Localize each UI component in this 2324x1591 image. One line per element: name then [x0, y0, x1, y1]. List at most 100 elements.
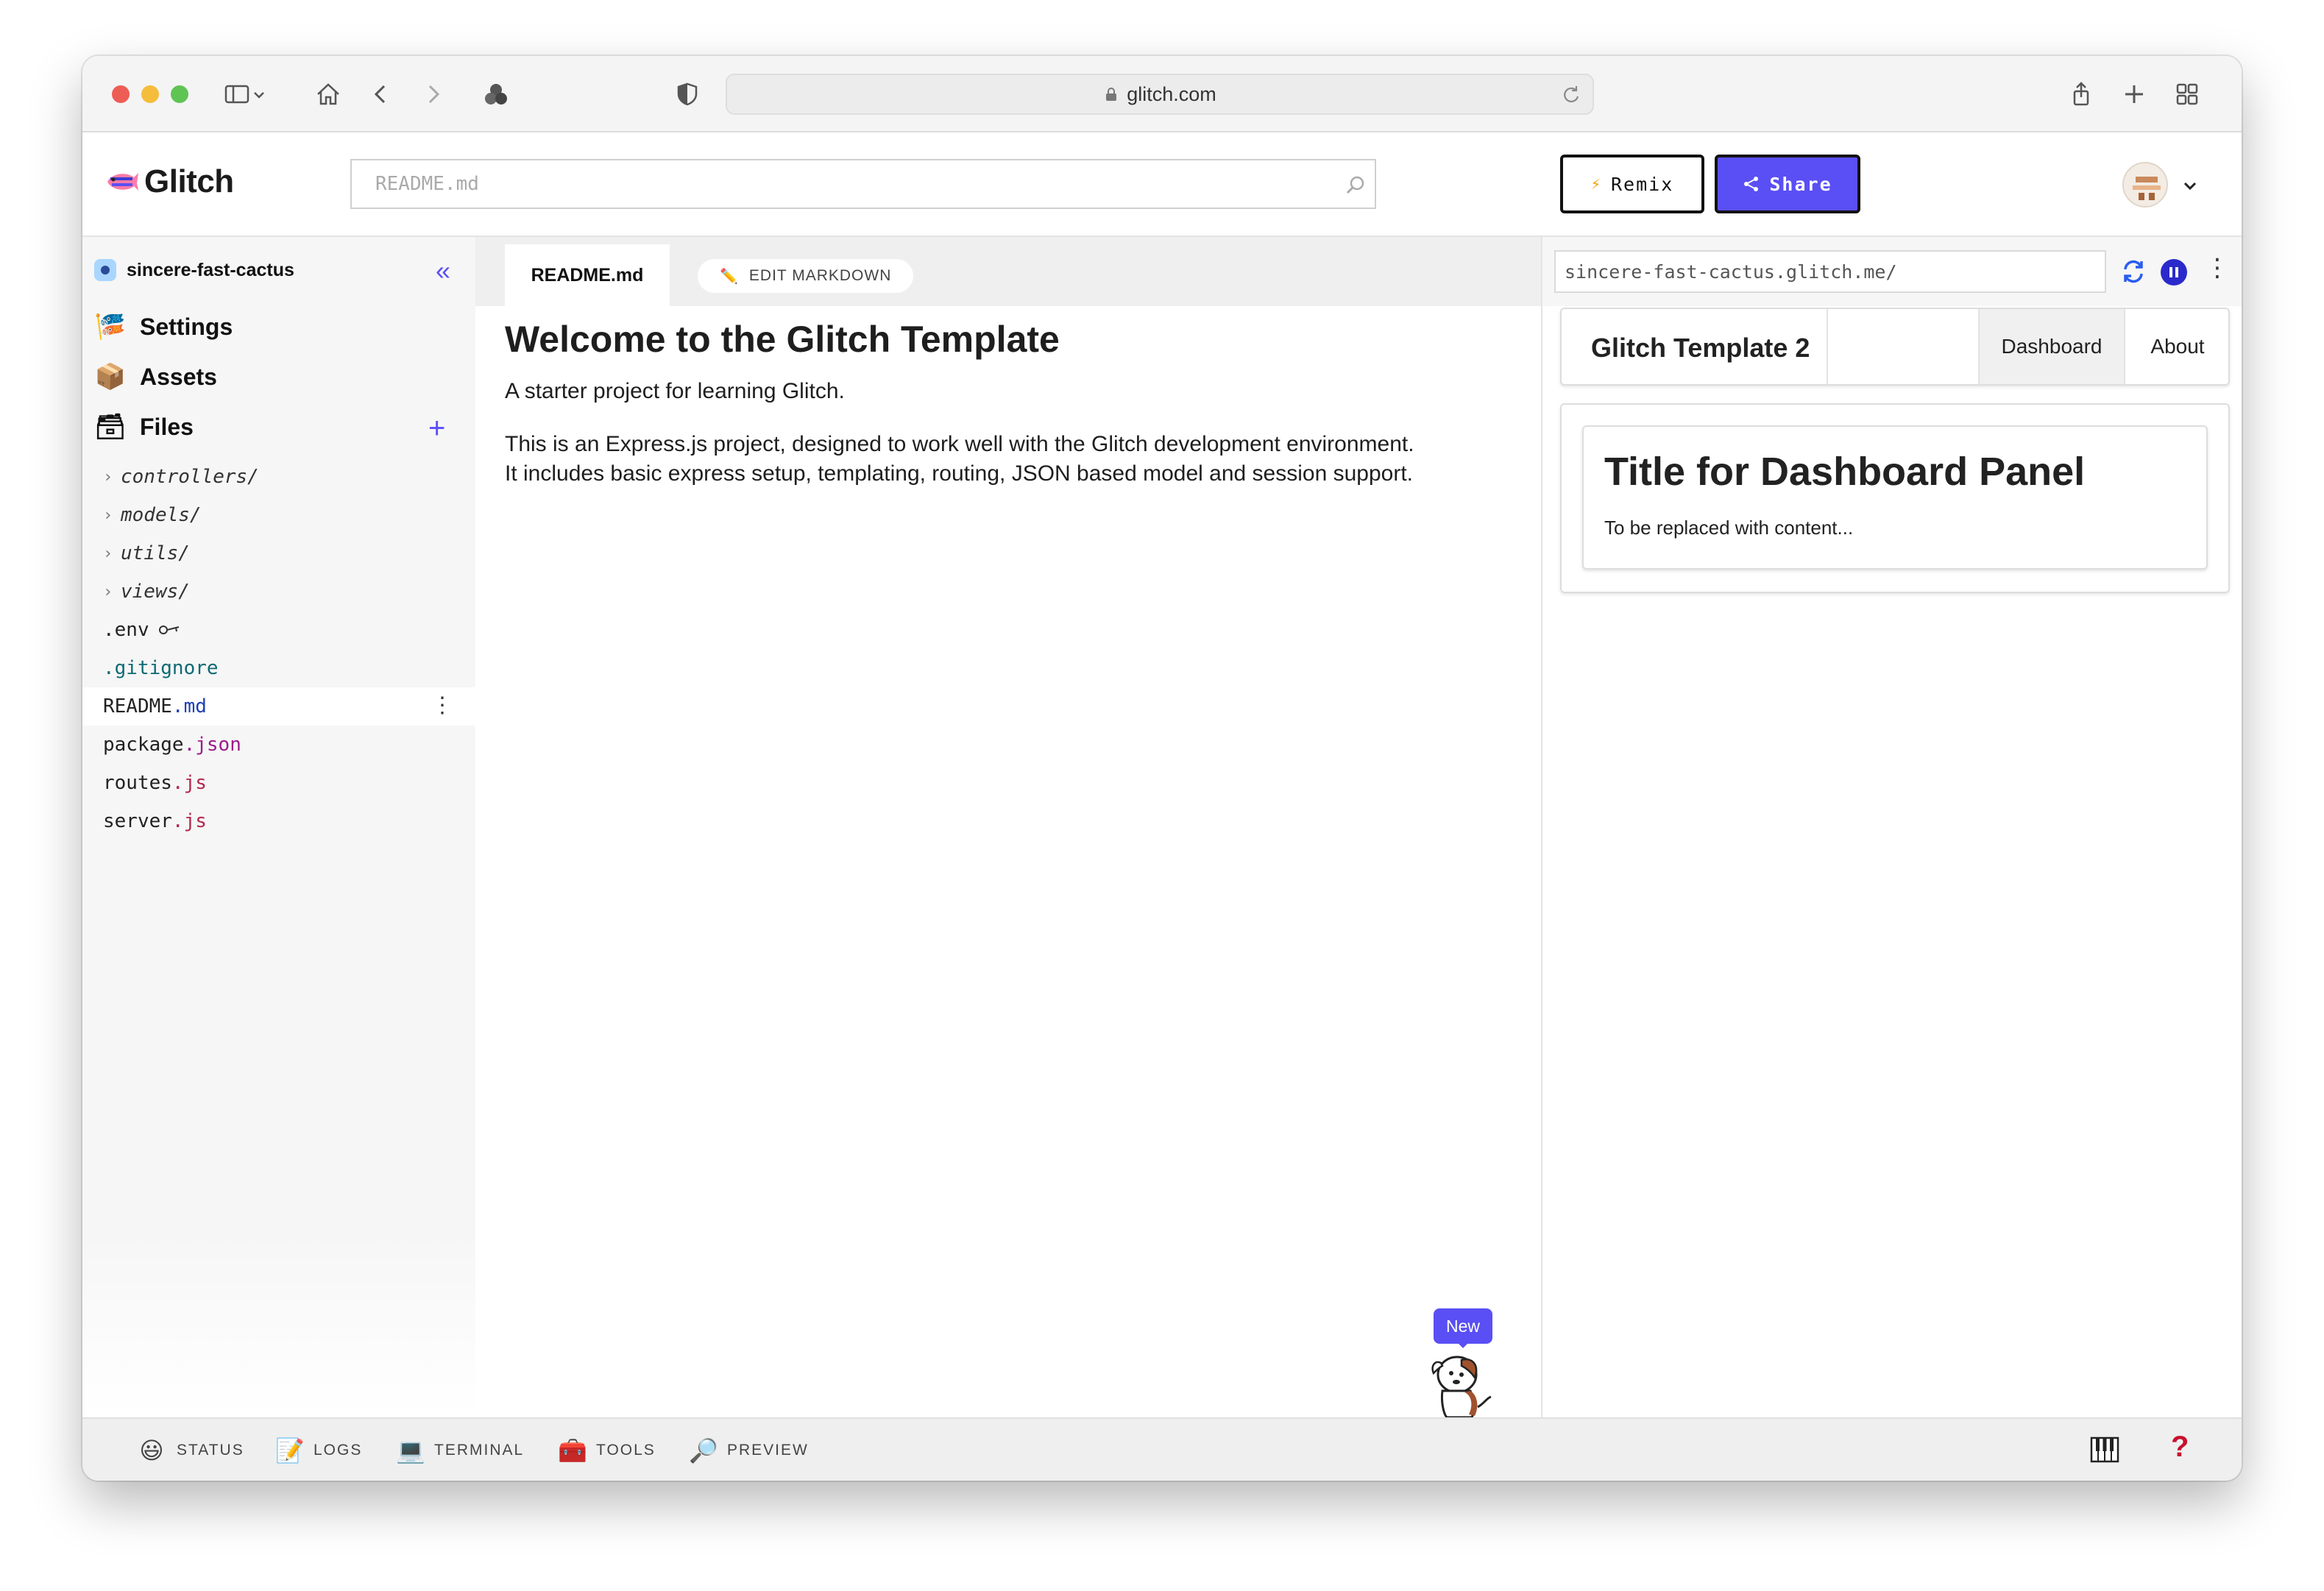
chevron-right-icon: ›: [103, 467, 113, 486]
folder-item[interactable]: › views/: [82, 573, 475, 611]
collapse-sidebar-icon[interactable]: «: [436, 258, 462, 284]
project-avatar-icon: [94, 259, 116, 281]
glitch-logo[interactable]: Glitch: [104, 163, 234, 200]
app-header: Glitch README.md ⚡ Remix Share: [82, 132, 2242, 237]
lightning-icon: ⚡: [1590, 174, 1602, 194]
readme-heading: Welcome to the Glitch Template: [505, 319, 1060, 360]
search-placeholder: README.md: [375, 173, 479, 195]
extensions-icon[interactable]: [480, 78, 512, 110]
reload-icon[interactable]: [1560, 84, 1582, 106]
file-item[interactable]: .gitignore: [82, 649, 475, 687]
preview-nav-about[interactable]: About: [2125, 309, 2230, 384]
edit-markdown-button[interactable]: ✏️ EDIT MARKDOWN: [698, 259, 914, 293]
share-label: Share: [1769, 173, 1832, 195]
toolbox-icon: 🧰: [558, 1437, 589, 1464]
settings-icon: 🎏: [94, 313, 127, 341]
file-item[interactable]: .env: [82, 611, 475, 649]
search-icon: [1346, 176, 1364, 194]
forward-icon[interactable]: [417, 78, 449, 110]
preview-navbar: Glitch Template 2 Dashboard About: [1560, 308, 2230, 386]
memo-icon: 📝: [275, 1437, 306, 1464]
browser-toolbar: glitch.com: [82, 56, 2242, 132]
glitch-fish-icon: [107, 173, 138, 191]
chevron-down-icon[interactable]: [250, 78, 268, 110]
preview-nav-dashboard[interactable]: Dashboard: [1978, 309, 2125, 384]
sidebar-item-settings[interactable]: 🎏 Settings: [94, 311, 233, 343]
project-name[interactable]: sincere-fast-cactus: [94, 259, 294, 281]
smiley-icon: 😃: [139, 1437, 166, 1464]
close-window-button[interactable]: [112, 85, 130, 103]
remix-label: Remix: [1610, 173, 1674, 195]
add-file-icon[interactable]: +: [428, 414, 445, 443]
panel-text: To be replaced with content...: [1604, 517, 1854, 539]
box-icon: 📦: [94, 363, 127, 391]
sidebar-item-label: Assets: [140, 363, 217, 390]
minimize-window-button[interactable]: [141, 85, 159, 103]
laptop-icon: 💻: [396, 1437, 427, 1464]
preview-button[interactable]: 🔎 PREVIEW: [689, 1436, 809, 1464]
browser-window: glitch.com Glitch README.md ⚡ Remix Shar…: [82, 56, 2242, 1481]
readme-paragraph: This is an Express.js project, designed …: [505, 432, 1414, 486]
file-item-selected[interactable]: README .md ⋮: [82, 687, 475, 726]
project-name-label: sincere-fast-cactus: [127, 259, 294, 280]
navbar-divider: [1827, 309, 1828, 384]
readme-paragraph: A starter project for learning Glitch.: [505, 379, 845, 403]
preview-toolbar: sincere-fast-cactus.glitch.me/ ⋮: [1542, 237, 2242, 306]
lock-icon: [1106, 88, 1117, 101]
markdown-preview: Welcome to the Glitch Template A starter…: [505, 318, 1417, 512]
maximize-window-button[interactable]: [171, 85, 188, 103]
chevron-down-icon[interactable]: [2180, 175, 2200, 196]
terminal-button[interactable]: 💻 TERMINAL: [396, 1436, 524, 1464]
key-icon: [158, 626, 179, 634]
chevron-right-icon: ›: [103, 544, 113, 563]
folder-item[interactable]: › controllers/: [82, 458, 475, 496]
file-item[interactable]: routes .js: [82, 764, 475, 802]
chevron-right-icon: ›: [103, 582, 113, 601]
logs-button[interactable]: 📝 LOGS: [275, 1436, 362, 1464]
help-button[interactable]: ?: [2171, 1431, 2189, 1464]
shield-icon[interactable]: [671, 78, 704, 110]
preview-url-input[interactable]: sincere-fast-cactus.glitch.me/: [1554, 250, 2106, 293]
panel-title: Title for Dashboard Panel: [1604, 450, 2086, 494]
tab-overview-icon[interactable]: [2171, 78, 2203, 110]
bottom-toolbar: 😃 STATUS 📝 LOGS 💻 TERMINAL 🧰 TOOLS 🔎 PRE…: [82, 1417, 2242, 1481]
home-icon[interactable]: [312, 78, 344, 110]
preview-brand[interactable]: Glitch Template 2: [1591, 333, 1810, 364]
dashboard-panel: Title for Dashboard Panel To be replaced…: [1582, 425, 2208, 570]
pause-icon[interactable]: [2161, 259, 2187, 286]
refresh-icon[interactable]: [2119, 258, 2147, 286]
chevron-right-icon: ›: [103, 506, 113, 525]
sidebar-item-files[interactable]: 🗃 Files: [94, 411, 194, 443]
address-bar[interactable]: glitch.com: [726, 74, 1594, 115]
sidebar-toggle-icon[interactable]: [221, 78, 253, 110]
editor-tabs: README.md ✏️ EDIT MARKDOWN: [475, 237, 1541, 306]
cabinet-icon: 🗃: [94, 413, 127, 441]
share-page-icon[interactable]: [2065, 78, 2097, 110]
tools-button[interactable]: 🧰 TOOLS: [558, 1436, 656, 1464]
logo-text: Glitch: [144, 163, 234, 199]
project-sidebar: sincere-fast-cactus « 🎏 Settings 📦 Asset…: [82, 237, 475, 1417]
share-button[interactable]: Share: [1715, 155, 1860, 213]
search-input[interactable]: README.md: [350, 159, 1376, 209]
status-button[interactable]: 😃 STATUS: [138, 1436, 244, 1464]
pencil-icon: ✏️: [720, 268, 739, 285]
sidebar-item-label: Settings: [140, 313, 233, 340]
more-options-icon[interactable]: ⋮: [431, 695, 453, 717]
sidebar-item-assets[interactable]: 📦 Assets: [94, 361, 217, 393]
dog-mascot-icon[interactable]: [1420, 1344, 1501, 1417]
new-tab-icon[interactable]: [2118, 78, 2150, 110]
new-badge[interactable]: New: [1434, 1308, 1492, 1348]
tab-readme[interactable]: README.md: [505, 244, 670, 306]
more-options-icon[interactable]: ⋮: [2205, 253, 2230, 283]
back-icon[interactable]: [365, 78, 397, 110]
folder-item[interactable]: › models/: [82, 496, 475, 534]
folder-item[interactable]: › utils/: [82, 534, 475, 573]
file-item[interactable]: package .json: [82, 726, 475, 764]
editor-panel: README.md ✏️ EDIT MARKDOWN Welcome to th…: [475, 237, 1541, 1417]
app-preview-panel: sincere-fast-cactus.glitch.me/ ⋮ Glitch …: [1541, 237, 2242, 1417]
remix-button[interactable]: ⚡ Remix: [1560, 155, 1704, 213]
file-item[interactable]: server .js: [82, 802, 475, 840]
keyboard-shortcuts-icon[interactable]: [2090, 1436, 2119, 1463]
avatar[interactable]: [2122, 162, 2168, 208]
file-tree: › controllers/ › models/ › utils/ › views/ .…: [82, 458, 475, 840]
